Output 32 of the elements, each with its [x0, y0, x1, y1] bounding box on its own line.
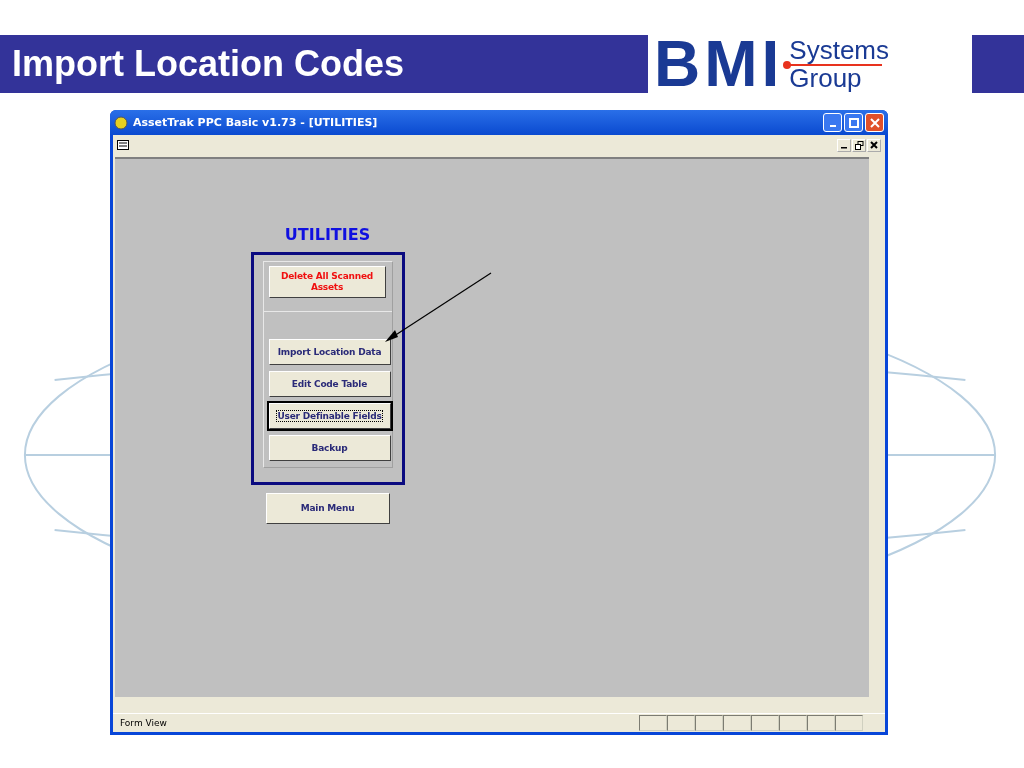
menu-button[interactable]: Backup — [268, 435, 391, 461]
status-panel — [695, 715, 723, 731]
status-panel — [807, 715, 835, 731]
status-text: Form View — [120, 718, 168, 728]
close-icon — [870, 141, 878, 149]
restore-button[interactable] — [852, 138, 866, 152]
logo-text: Systems — [789, 36, 889, 64]
status-panel — [835, 715, 863, 731]
maximize-icon — [848, 117, 859, 128]
logo-mark: BMI — [654, 32, 784, 96]
slide-title: Import Location Codes — [12, 43, 404, 85]
menu-button[interactable]: User Definable Fields — [268, 403, 391, 429]
app-icon — [114, 115, 128, 130]
menu-button[interactable]: Edit Code Table — [268, 371, 391, 397]
status-panel — [723, 715, 751, 731]
form-heading: UTILITIES — [284, 225, 371, 244]
window-title: AssetTrak PPC Basic v1.73 - [UTILITIES] — [133, 116, 379, 129]
logo-text: Group — [789, 64, 862, 92]
maximize-button[interactable] — [844, 113, 863, 132]
form-icon — [117, 140, 129, 150]
close-icon — [869, 117, 880, 128]
minimize-icon — [829, 125, 836, 127]
status-panel — [779, 715, 807, 731]
status-panel — [667, 715, 695, 731]
main-menu-button[interactable]: Main Menu — [265, 493, 390, 524]
minimize-button[interactable] — [837, 138, 851, 152]
menu-button[interactable]: Import Location Data — [268, 339, 391, 365]
restore-icon — [854, 140, 864, 150]
status-panel — [639, 715, 667, 731]
menu-button[interactable]: Delete All Scanned Assets — [268, 266, 386, 298]
status-panel — [751, 715, 779, 731]
close-button[interactable] — [867, 138, 881, 152]
